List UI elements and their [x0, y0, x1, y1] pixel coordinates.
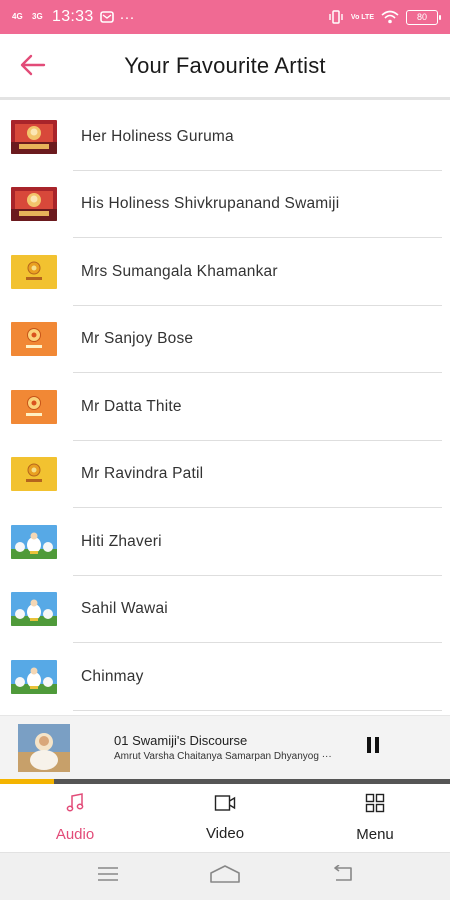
nav-audio[interactable]: Audio [0, 784, 150, 852]
artist-thumbnail [11, 524, 57, 559]
artist-name: Hiti Zhaveri [81, 532, 162, 550]
arrow-left-icon [20, 54, 46, 81]
artist-row[interactable]: Mr Ravindra Patil [0, 441, 450, 509]
artist-name: Mr Ravindra Patil [81, 465, 204, 483]
artist-row[interactable]: Mr Datta Thite [0, 373, 450, 441]
status-left: 4G 3G 13:33 ··· [12, 8, 135, 26]
artist-thumbnail [11, 659, 57, 694]
status-time: 13:33 [52, 8, 94, 25]
mini-player[interactable]: 01 Swamiji's Discourse Amrut Varsha Chai… [0, 715, 450, 779]
pause-button[interactable] [358, 733, 388, 763]
network-4g-label: 4G [12, 12, 23, 21]
page-title: Your Favourite Artist [124, 52, 326, 78]
artist-row[interactable]: Sahil Wawai [0, 576, 450, 644]
artist-thumbnail [11, 592, 57, 627]
artist-thumbnail [11, 187, 57, 222]
nav-video-label: Video [205, 825, 245, 842]
artist-list[interactable]: Her Holiness Guruma His Holiness Shivkrup… [0, 103, 450, 715]
return-icon [330, 864, 354, 888]
hamburger-icon [97, 867, 119, 886]
artist-thumbnail [11, 457, 57, 492]
artist-thumbnail [11, 119, 57, 154]
artist-name: Chinmay [81, 667, 144, 685]
volte-label: Vo LTE [350, 13, 374, 21]
artist-row[interactable]: Mrs Sumangala Khamankar [0, 238, 450, 306]
system-menu-button[interactable] [88, 862, 128, 892]
back-button[interactable] [16, 50, 50, 84]
artist-name: Mr Sanjoy Bose [81, 330, 194, 348]
video-icon [214, 794, 236, 817]
pause-icon [366, 736, 380, 759]
now-playing-artwork [18, 723, 70, 772]
now-playing-title: 01 Swamiji's Discourse [114, 733, 248, 748]
music-note-icon [65, 793, 85, 818]
grid-icon [365, 793, 385, 818]
artist-name: Mr Datta Thite [81, 397, 182, 415]
artist-thumbnail [11, 389, 57, 424]
system-home-button[interactable] [205, 862, 245, 892]
artist-name: Mrs Sumangala Khamankar [81, 262, 278, 280]
artist-thumbnail [11, 254, 57, 289]
nav-audio-label: Audio [55, 826, 95, 843]
now-playing-text: 01 Swamiji's Discourse Amrut Varsha Chai… [114, 733, 352, 762]
message-icon [99, 11, 114, 23]
artist-thumbnail [11, 322, 57, 357]
nav-menu-label: Menu [356, 826, 394, 843]
now-playing-subtitle: Amrut Varsha Chaitanya Samarpan Dhyanyog… [114, 751, 332, 762]
vibrate-icon [328, 10, 344, 24]
artist-row[interactable]: Hiti Zhaveri [0, 508, 450, 576]
more-notifications-dots: ··· [119, 8, 135, 26]
system-nav-bar [0, 852, 450, 900]
artist-row[interactable]: Chinmay [0, 643, 450, 711]
status-right: Vo LTE 80 [328, 9, 441, 25]
system-back-button[interactable] [322, 862, 362, 892]
status-bar: 4G 3G 13:33 ··· Vo LTE 80 [0, 0, 450, 34]
artist-row[interactable]: Her Holiness Guruma [0, 103, 450, 171]
nav-menu[interactable]: Menu [300, 784, 450, 852]
network-3g-label: 3G [32, 12, 43, 21]
app-header: Your Favourite Artist [0, 34, 450, 100]
home-icon [209, 864, 241, 889]
artist-name: Sahil Wawai [81, 600, 168, 618]
wifi-icon [381, 10, 399, 24]
nav-video[interactable]: Video [150, 784, 300, 852]
artist-row[interactable]: Mr Sanjoy Bose [0, 306, 450, 374]
artist-name: Her Holiness Guruma [81, 127, 234, 145]
artist-row[interactable]: His Holiness Shivkrupanand Swamiji [0, 171, 450, 239]
battery-level: 80 [416, 12, 427, 22]
battery-icon: 80 [406, 9, 441, 25]
bottom-nav: Audio Video Menu [0, 784, 450, 852]
artist-name: His Holiness Shivkrupanand Swamiji [81, 195, 340, 213]
